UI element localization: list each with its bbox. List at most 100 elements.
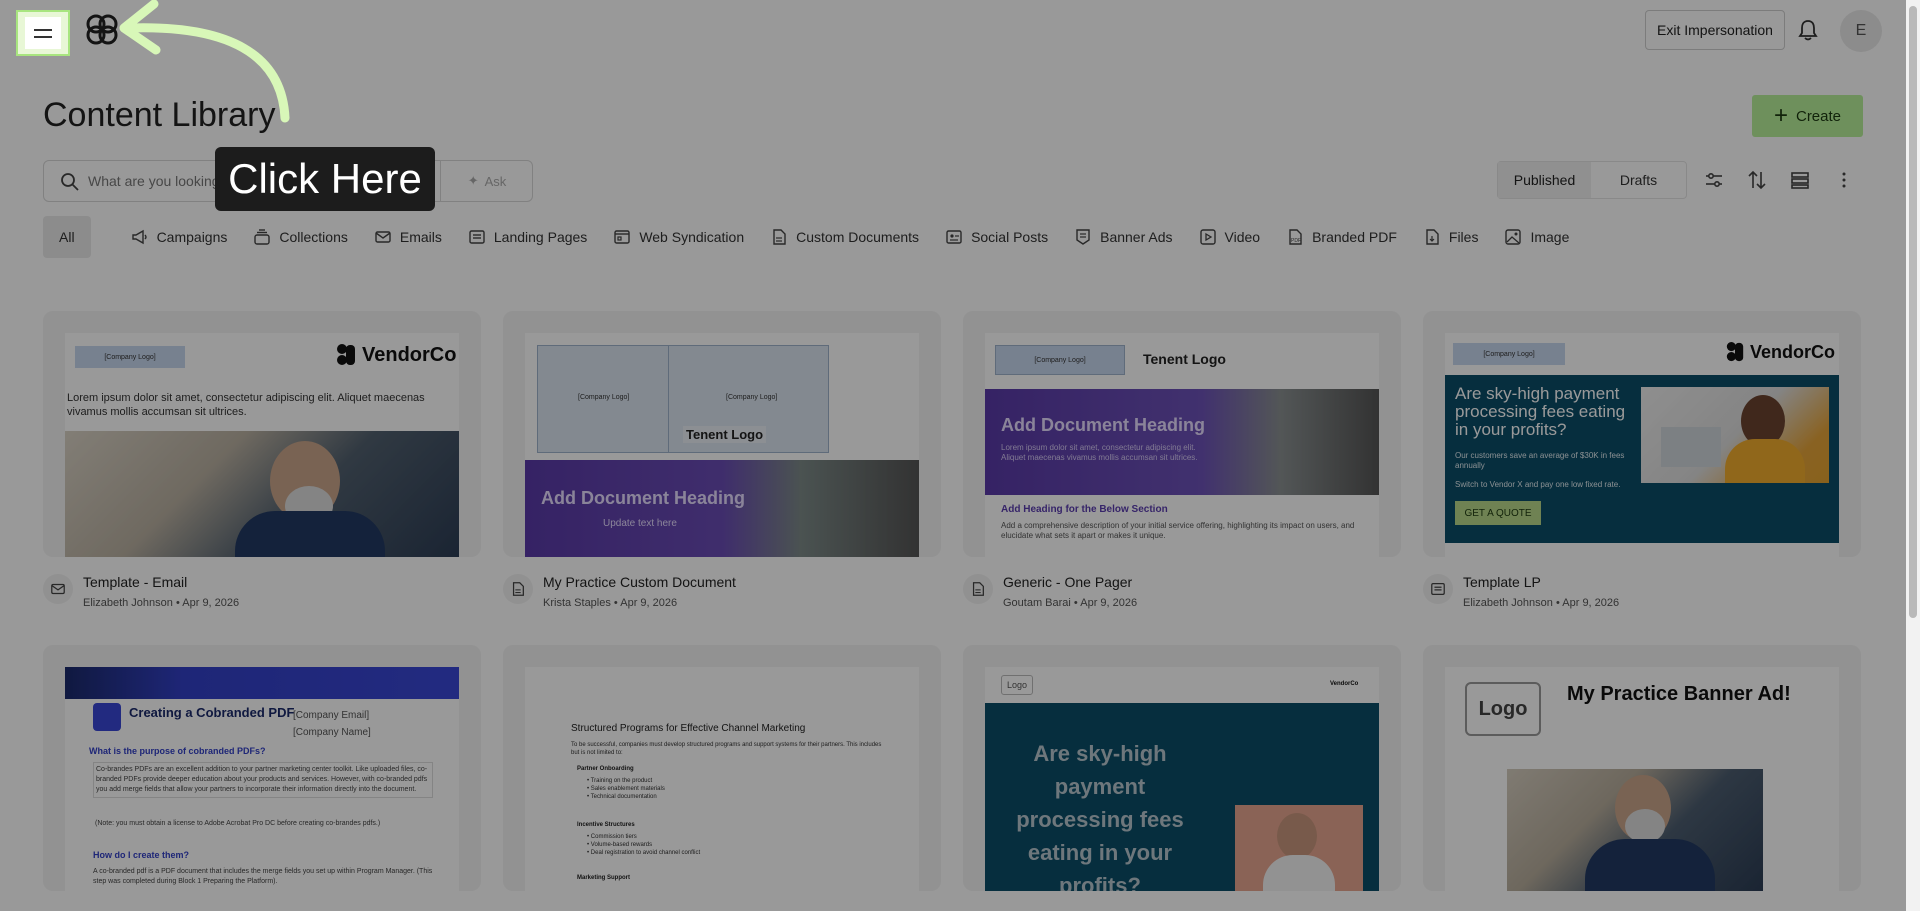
card-date: Apr 9, 2026 [1562, 597, 1620, 609]
filter-label: Custom Documents [796, 229, 920, 245]
card-thumbnail[interactable]: Creating a Cobranded PDF [Company Email]… [43, 645, 481, 891]
plus-icon: + [1773, 102, 1788, 129]
avatar[interactable]: E [1840, 10, 1882, 52]
vendor-name: VendorCo [362, 343, 457, 366]
preview-photo [1235, 805, 1363, 891]
company-logo-placeholder: [Company Logo] [995, 345, 1125, 375]
preview-body: Lorem ipsum dolor sit amet, consectetur … [1001, 443, 1198, 462]
list-view-icon[interactable] [1789, 169, 1811, 191]
filter-files[interactable]: Files [1423, 216, 1478, 258]
tour-highlight-menu-button[interactable] [16, 10, 70, 56]
filter-social-posts[interactable]: Social Posts [945, 216, 1048, 258]
mail-icon [43, 574, 73, 604]
preview-paragraph: Co-brandes PDFs are an excellent additio… [93, 762, 433, 798]
preview-subtext: Update text here [603, 518, 677, 529]
vendor-name: VendorCo [1330, 681, 1359, 687]
view-toggle: Published Drafts [1497, 161, 1687, 199]
card-title[interactable]: Generic - One Pager [1003, 574, 1132, 590]
card-thumbnail[interactable]: [Company Logo] [Company Logo] Tenent Log… [503, 311, 941, 557]
filter-label: Video [1224, 229, 1261, 245]
heading-banner: Add Document Heading Update text here [525, 460, 919, 557]
page-scrollbar[interactable] [1906, 0, 1920, 911]
preview-subheading: Add Heading for the Below Section [1001, 504, 1168, 515]
list-item: Volume-based rewards [590, 842, 653, 848]
document-icon [773, 229, 786, 245]
filter-emails[interactable]: Emails [374, 216, 442, 258]
content-type-filters: All Campaigns Collections Emails Landing… [43, 216, 1595, 258]
filter-label: Collections [279, 229, 348, 245]
list-item: Deal registration to avoid channel confl… [590, 850, 701, 856]
card-title[interactable]: Template - Email [83, 574, 187, 590]
preview-heading: Creating a Cobranded PDF [129, 705, 295, 720]
preview-note: (Note: you must obtain a license to Adob… [95, 820, 381, 827]
filter-banner-ads[interactable]: Banner Ads [1074, 216, 1173, 258]
filter-sliders-icon[interactable] [1703, 169, 1725, 191]
card-thumbnail[interactable]: Logo My Practice Banner Ad! [1423, 645, 1861, 891]
browser-icon [614, 230, 631, 244]
filter-campaigns[interactable]: Campaigns [131, 216, 228, 258]
card-thumbnail[interactable]: [Company Logo] VendorCo Lorem ipsum dolo… [43, 311, 481, 557]
company-logo-placeholder: [Company Logo] [75, 346, 185, 368]
filter-label: Campaigns [156, 229, 228, 245]
filter-image[interactable]: Image [1504, 216, 1569, 258]
card-thumbnail[interactable]: [Company Logo] Tenent Logo Add Document … [963, 311, 1401, 557]
social-icon [946, 230, 962, 244]
filter-web-syndication[interactable]: Web Syndication [613, 216, 744, 258]
filter-collections[interactable]: Collections [253, 216, 348, 258]
filter-all[interactable]: All [43, 216, 91, 258]
filter-landing-pages[interactable]: Landing Pages [468, 216, 587, 258]
svg-text:PDF: PDF [1291, 238, 1301, 244]
create-button[interactable]: + Create [1752, 95, 1863, 137]
filter-label: Landing Pages [493, 229, 588, 245]
document-icon [963, 574, 993, 604]
list-item: Training on the product [590, 778, 653, 784]
card-title[interactable]: Template LP [1463, 574, 1541, 590]
ask-button[interactable]: ✦ Ask [440, 160, 533, 202]
card-date: Apr 9, 2026 [182, 597, 240, 609]
scrollbar-thumb[interactable] [1909, 6, 1917, 618]
filter-branded-pdf[interactable]: PDF Branded PDF [1286, 216, 1397, 258]
tour-tooltip: Click Here [215, 147, 435, 211]
preview-paragraph: A co-branded pdf is a PDF document that … [93, 868, 433, 885]
company-logo-placeholder: [Company Logo] [578, 394, 630, 401]
preview-title: Structured Programs for Effective Channe… [571, 723, 806, 734]
filter-custom-documents[interactable]: Custom Documents [770, 216, 919, 258]
filter-label: Social Posts [971, 229, 1049, 245]
preview-subheading: Incentive Structures [577, 822, 635, 828]
more-options-icon[interactable] [1833, 169, 1855, 191]
filter-label: Emails [399, 229, 442, 245]
heading-banner: Add Document Heading Lorem ipsum dolor s… [985, 389, 1379, 495]
preview-cta: GET A QUOTE [1455, 501, 1541, 525]
exit-impersonation-button[interactable]: Exit Impersonation [1645, 10, 1785, 50]
card-thumbnail[interactable]: [Company Logo] VendorCo Are sky-high pay… [1423, 311, 1861, 557]
preview-subheading: Marketing Support [577, 875, 631, 881]
hamburger-icon [25, 17, 61, 49]
tab-drafts[interactable]: Drafts [1591, 162, 1686, 198]
megaphone-icon [131, 229, 147, 245]
preview-list: • Commission tiers • Volume-based reward… [587, 834, 701, 856]
bell-icon[interactable] [1797, 18, 1819, 42]
card-author: Elizabeth Johnson [1463, 597, 1553, 609]
preview-photo [1641, 387, 1829, 483]
card-byline: Krista Staples • Apr 9, 2026 [543, 597, 678, 609]
mail-icon [375, 231, 391, 243]
card-title[interactable]: My Practice Custom Document [543, 574, 736, 590]
preview-heading: Add Document Heading [541, 488, 746, 508]
search-icon [61, 173, 79, 191]
preview-question: How do I create them? [93, 850, 190, 860]
preview-company-name: [Company Name] [293, 727, 371, 738]
card-author: Krista Staples [543, 597, 611, 609]
card-date: Apr 9, 2026 [1080, 597, 1138, 609]
tab-published[interactable]: Published [1498, 162, 1591, 198]
filter-video[interactable]: Video [1199, 216, 1261, 258]
preview-body: Switch to Vendor X and pay one low fixed… [1455, 480, 1621, 489]
sort-icon[interactable] [1746, 169, 1768, 191]
lp-hero: Are sky-high payment processing fees eat… [985, 703, 1379, 891]
card-thumbnail[interactable]: Logo VendorCo Are sky-high payment proce… [963, 645, 1401, 891]
preview-photo [1507, 769, 1763, 891]
preview-subheading: Partner Onboarding [577, 766, 634, 772]
card-author: Goutam Barai [1003, 597, 1071, 609]
filter-label: All [59, 229, 75, 245]
company-logo-placeholder: [Company Logo] [1453, 343, 1565, 365]
card-thumbnail[interactable]: Structured Programs for Effective Channe… [503, 645, 941, 891]
